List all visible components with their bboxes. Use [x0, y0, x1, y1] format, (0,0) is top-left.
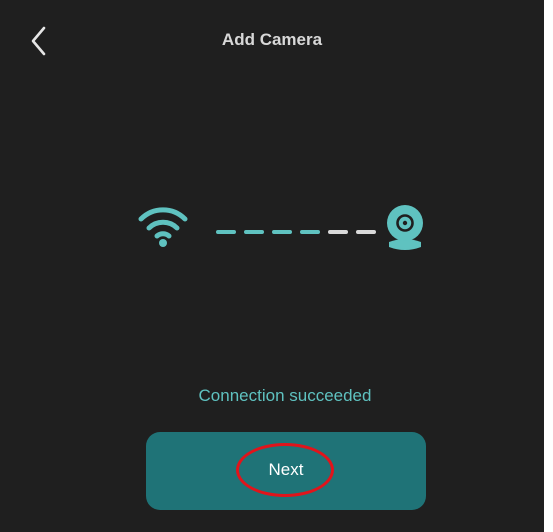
- connection-graphic: [130, 200, 450, 270]
- progress-dash: [356, 230, 376, 234]
- progress-dash: [244, 230, 264, 234]
- page-title: Add Camera: [221, 30, 323, 49]
- connection-status: Connection succeeded: [198, 386, 372, 405]
- right-edge: [544, 0, 553, 532]
- progress-dash: [272, 230, 292, 234]
- header: Add Camera: [0, 0, 544, 86]
- add-camera-screen: Add Camera Connection succeeded Next: [0, 0, 553, 532]
- progress-dash: [328, 230, 348, 234]
- progress-dash: [300, 230, 320, 234]
- progress-dash: [216, 230, 236, 234]
- next-button[interactable]: Next: [146, 432, 426, 510]
- next-button-label: Next: [268, 460, 304, 479]
- wifi-icon: [138, 207, 188, 247]
- camera-icon: [387, 205, 423, 250]
